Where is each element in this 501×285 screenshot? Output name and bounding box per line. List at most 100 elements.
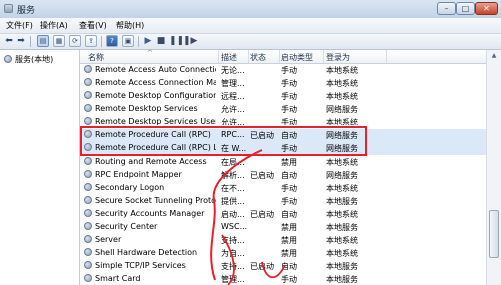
table-row[interactable]: Security Center WSC... 禁用 本地服务: [80, 221, 486, 234]
service-logon-as: 网络服务: [326, 105, 358, 114]
service-gear-icon: [84, 143, 92, 151]
table-row[interactable]: Smart Card 管理... 手动 本地服务: [80, 273, 486, 285]
menu-action[interactable]: 操作(A): [40, 20, 68, 31]
service-startup-type: 手动: [281, 79, 297, 88]
table-row[interactable]: Security Accounts Manager 启动... 已启动 自动 本…: [80, 208, 486, 221]
column-header-status[interactable]: 状态: [250, 52, 266, 63]
service-startup-type: 手动: [281, 118, 297, 125]
service-gear-icon: [84, 183, 92, 191]
service-logon-as: 本地系统: [326, 92, 358, 101]
service-logon-as: 本地服务: [326, 197, 358, 206]
refresh-icon[interactable]: ⟳: [69, 35, 81, 47]
table-row[interactable]: Remote Desktop Services User... 允许... 手动…: [80, 116, 486, 125]
table-row[interactable]: Secure Socket Tunneling Protoc... 提供... …: [80, 195, 486, 208]
service-description: 在 W...: [221, 144, 247, 153]
column-header-description[interactable]: 描述: [221, 52, 237, 63]
service-startup-type: 自动: [281, 171, 297, 180]
table-row[interactable]: Remote Procedure Call (RPC) Lo... 在 W...…: [80, 142, 486, 155]
service-logon-as: 网络服务: [326, 144, 358, 153]
service-gear-icon: [84, 65, 92, 73]
menu-file[interactable]: 文件(F): [6, 20, 33, 31]
table-row[interactable]: Remote Desktop Services 允许... 手动 网络服务: [80, 103, 486, 116]
table-row[interactable]: Server 支持... 禁用 本地系统: [80, 234, 486, 247]
scroll-up-icon[interactable]: ▲: [489, 52, 499, 62]
forward-arrow-icon[interactable]: ➡: [16, 35, 26, 47]
service-startup-type: 禁用: [281, 223, 297, 232]
service-gear-icon: [84, 157, 92, 165]
service-logon-as: 本地系统: [326, 118, 358, 125]
service-startup-type: 禁用: [281, 249, 297, 258]
console-icon[interactable]: ▣: [122, 35, 134, 47]
column-header-logon-as[interactable]: 登录为: [326, 52, 350, 63]
tree-pane: 服务(本地): [0, 50, 80, 285]
service-description: WSC...: [221, 222, 248, 231]
menu-help[interactable]: 帮助(H): [116, 20, 144, 31]
service-name: Secondary Logon: [95, 183, 165, 192]
scrollbar-thumb[interactable]: [489, 210, 499, 258]
service-logon-as: 网络服务: [326, 171, 358, 180]
service-logon-as: 网络服务: [326, 131, 358, 140]
minimize-button[interactable]: –: [437, 2, 456, 15]
back-arrow-icon[interactable]: ⬅: [4, 35, 14, 47]
table-row[interactable]: RPC Endpoint Mapper 解析... 已启动 自动 网络服务: [80, 169, 486, 182]
service-startup-type: 手动: [281, 92, 297, 101]
service-description: 在局...: [221, 158, 245, 167]
service-name: Remote Access Auto Connection...: [95, 65, 216, 74]
service-startup-type: 禁用: [281, 236, 297, 245]
service-description: 管理...: [221, 79, 245, 88]
service-gear-icon: [84, 222, 92, 230]
table-row[interactable]: Routing and Remote Access 在局... 禁用 本地系统: [80, 156, 486, 169]
window-title: 服务: [17, 6, 36, 16]
stop-service-icon[interactable]: ■: [156, 35, 166, 47]
menu-view[interactable]: 查看(V): [79, 20, 107, 31]
properties-icon[interactable]: ▦: [53, 35, 65, 47]
service-name: Remote Desktop Services User...: [95, 117, 216, 125]
export-list-icon[interactable]: ⇪: [85, 35, 97, 47]
toolbar: ⬅ ➡ ▤ ▦ ⟳ ⇪ ? ▣ ▶ ■ ❚❚ ❚▶: [0, 34, 501, 50]
service-startup-type: 禁用: [281, 158, 297, 167]
table-row[interactable]: Remote Desktop Configuration 远程... 手动 本地…: [80, 90, 486, 103]
maximize-button[interactable]: □: [456, 2, 475, 15]
service-startup-type: 手动: [281, 275, 297, 284]
table-row[interactable]: Secondary Logon 在不... 手动 本地系统: [80, 182, 486, 195]
restart-service-icon[interactable]: ❚▶: [183, 35, 197, 47]
service-gear-icon: [84, 209, 92, 217]
service-description: 为自...: [221, 249, 245, 258]
table-row[interactable]: Remote Access Connection Man... 管理... 手动…: [80, 77, 486, 90]
service-description: 在不...: [221, 184, 245, 193]
service-description: 支持...: [221, 262, 245, 271]
service-name: Remote Access Connection Man...: [95, 78, 216, 87]
service-logon-as: 本地系统: [326, 158, 358, 167]
services-app-icon: [4, 4, 13, 13]
table-row[interactable]: Simple TCP/IP Services 支持... 已启动 自动 本地服务: [80, 260, 486, 273]
services-window: 服务 – □ ✕ 文件(F) 操作(A) 查看(V) 帮助(H) ⬅ ➡ ▤ ▦…: [0, 0, 501, 285]
service-logon-as: 本地系统: [326, 79, 358, 88]
start-service-icon[interactable]: ▶: [143, 35, 153, 47]
service-startup-type: 手动: [281, 144, 297, 153]
service-name: Remote Procedure Call (RPC): [95, 130, 211, 139]
table-row[interactable]: Remote Access Auto Connection... 无论... 手…: [80, 64, 486, 77]
tree-item-services-local[interactable]: 服务(本地): [4, 54, 53, 65]
pause-service-icon[interactable]: ❚❚: [169, 35, 184, 47]
close-button[interactable]: ✕: [475, 2, 498, 15]
service-gear-icon: [84, 196, 92, 204]
service-gear-icon: [84, 117, 92, 125]
service-name: Simple TCP/IP Services: [95, 261, 186, 270]
service-startup-type: 手动: [281, 184, 297, 193]
show-tree-icon[interactable]: ▤: [37, 35, 49, 47]
column-header-name[interactable]: 名称: [88, 52, 104, 63]
service-name: Shell Hardware Detection: [95, 248, 198, 257]
service-logon-as: 本地系统: [326, 66, 358, 75]
sort-arrow-icon: ^: [147, 50, 153, 57]
service-startup-type: 自动: [281, 262, 297, 271]
service-description: RPC...: [221, 130, 245, 139]
vertical-scrollbar[interactable]: ▲: [486, 50, 501, 285]
column-header-startup-type[interactable]: 启动类型: [281, 52, 313, 63]
service-name: Remote Procedure Call (RPC) Lo...: [95, 143, 216, 152]
help-icon[interactable]: ?: [106, 35, 118, 47]
title-bar[interactable]: 服务 – □ ✕: [0, 0, 501, 18]
service-description: 允许...: [221, 118, 245, 125]
service-name: Remote Desktop Services: [95, 104, 198, 113]
table-row[interactable]: Remote Procedure Call (RPC) RPC... 已启动 自…: [80, 129, 486, 142]
table-row[interactable]: Shell Hardware Detection 为自... 禁用 本地系统: [80, 247, 486, 260]
